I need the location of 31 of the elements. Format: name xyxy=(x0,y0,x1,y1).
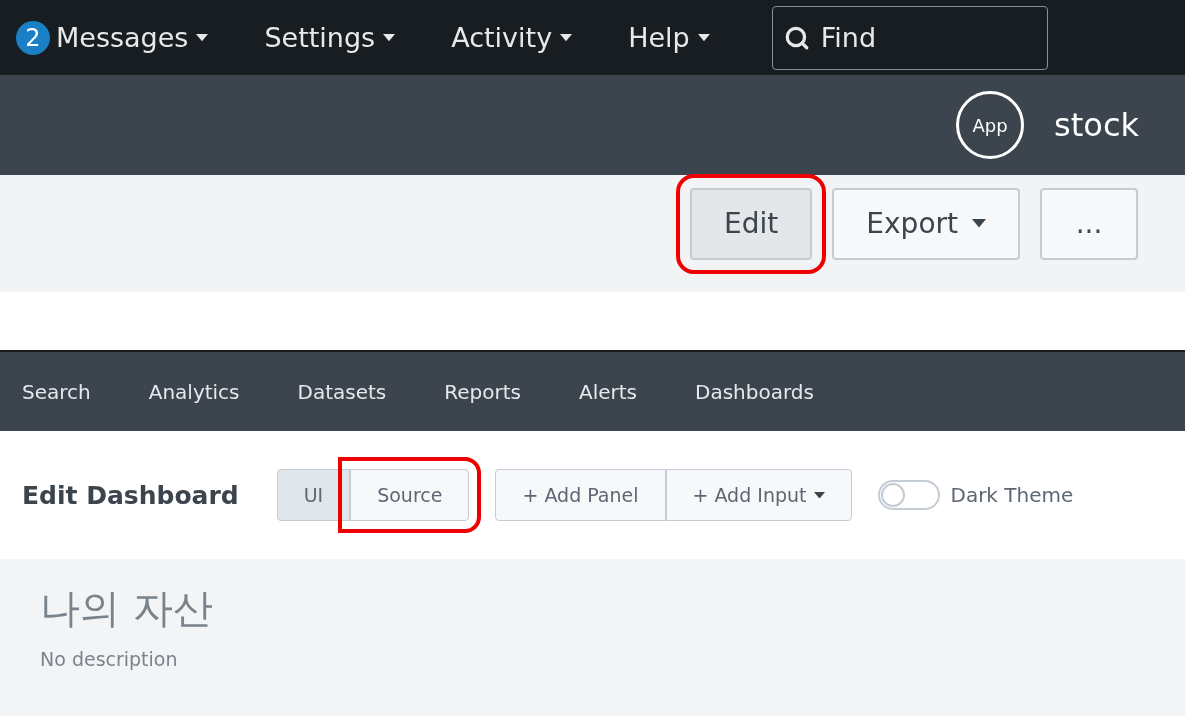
search-icon xyxy=(783,24,810,51)
dashboard-description: No description xyxy=(40,648,179,670)
caret-icon xyxy=(560,33,573,42)
nav-link[interactable]: Dashboards xyxy=(695,379,814,404)
notification-count: 2 xyxy=(16,20,50,55)
menu-item[interactable]: Activity xyxy=(451,22,573,53)
toggle-switch[interactable] xyxy=(878,480,941,510)
caret-icon xyxy=(972,219,986,228)
toggle-label: Dark Theme xyxy=(950,483,1074,507)
caret-icon xyxy=(196,33,209,42)
dropdown-button[interactable]: Export xyxy=(832,187,1020,260)
page-title: Edit Dashboard xyxy=(22,480,239,510)
menu-item[interactable]: Help xyxy=(628,22,710,53)
search-field[interactable]: Find xyxy=(771,5,1048,70)
caret-icon xyxy=(697,33,710,42)
menu-item[interactable]: Settings xyxy=(264,22,396,53)
dropdown-button[interactable]: + Add Input xyxy=(665,469,853,521)
caret-icon xyxy=(383,33,396,42)
app-icon: App xyxy=(956,91,1025,159)
toolbar-button[interactable]: ... xyxy=(1040,187,1138,260)
mode-tab[interactable]: UI xyxy=(276,469,351,521)
add-button[interactable]: + Add Panel xyxy=(495,469,666,521)
nav-link[interactable]: Reports xyxy=(444,379,521,404)
nav-link[interactable]: Search xyxy=(22,379,91,404)
app-name: stock xyxy=(1054,106,1139,144)
caret-icon xyxy=(814,491,826,499)
nav-link[interactable]: Alerts xyxy=(579,379,638,404)
menu-item[interactable]: Messages xyxy=(56,22,209,53)
dashboard-title: 나의 자산 xyxy=(40,584,214,633)
nav-link[interactable]: Analytics xyxy=(148,379,240,404)
nav-link[interactable]: Datasets xyxy=(297,379,387,404)
